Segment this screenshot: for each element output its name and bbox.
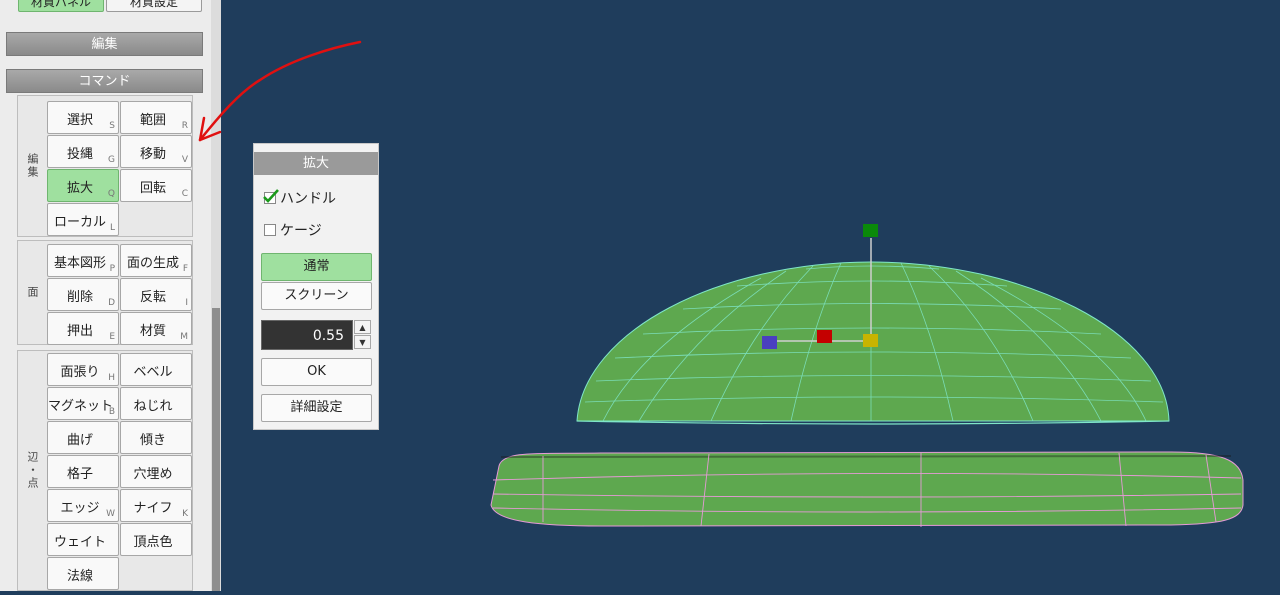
fill-hole-label: 穴埋め <box>133 467 173 482</box>
vertex-color-button[interactable]: 頂点色 <box>120 523 192 556</box>
lattice-label: 格子 <box>66 467 93 482</box>
extrude-button[interactable]: 押出 E <box>47 312 119 345</box>
magnet-shortcut: B <box>108 407 115 417</box>
twist-button[interactable]: ねじれ <box>120 387 192 420</box>
edge-shortcut: W <box>106 509 115 519</box>
magnet-label: マグネット <box>48 399 114 414</box>
face-group-label: 面 <box>26 286 39 299</box>
extrude-shortcut: E <box>109 332 115 342</box>
normal-button[interactable]: 法線 <box>47 557 119 590</box>
create-face-shortcut: F <box>182 264 188 274</box>
local-shortcut: L <box>109 223 115 233</box>
primitive-button[interactable]: 基本図形 P <box>47 244 119 277</box>
primitive-label: 基本図形 <box>53 256 106 271</box>
fill-face-button[interactable]: 面張り H <box>47 353 119 386</box>
annotation-arrow <box>198 40 362 142</box>
lasso-button[interactable]: 投縄 G <box>47 135 119 168</box>
material-button[interactable]: 材質 M <box>120 312 192 345</box>
fill-hole-button[interactable]: 穴埋め <box>120 455 192 488</box>
edit-section-header[interactable]: 編集 <box>6 32 203 56</box>
delete-button[interactable]: 削除 D <box>47 278 119 311</box>
select-label: 選択 <box>66 113 93 128</box>
fill-face-shortcut: H <box>108 373 115 383</box>
scale-value-input[interactable]: 0.55 <box>261 320 353 350</box>
invert-button[interactable]: 反転 I <box>120 278 192 311</box>
move-label: 移動 <box>139 147 166 162</box>
vertex-color-label: 頂点色 <box>133 535 173 550</box>
panel-scrollbar-thumb[interactable] <box>212 308 220 591</box>
normal-label: 法線 <box>66 569 93 584</box>
handle-checkbox-box[interactable] <box>263 189 279 204</box>
handle-checkbox[interactable]: ハンドル <box>263 189 336 207</box>
tilt-button[interactable]: 傾き <box>120 421 192 454</box>
bend-button[interactable]: 曲げ <box>47 421 119 454</box>
create-face-label: 面の生成 <box>126 256 179 271</box>
center-handle[interactable] <box>817 330 832 343</box>
rotate-shortcut: C <box>181 189 188 199</box>
cage-checkbox-box[interactable] <box>264 224 276 236</box>
local-button[interactable]: ローカル L <box>47 203 119 236</box>
spin-down-button[interactable]: ▼ <box>354 335 371 349</box>
lasso-label: 投縄 <box>66 147 93 162</box>
knife-shortcut: K <box>182 509 188 519</box>
scale-dialog: 拡大 ハンドル ケージ 通常 スクリーン 0.55 ▲ ▼ OK 詳細設定 <box>253 143 379 430</box>
scale-shortcut: Q <box>107 189 115 199</box>
weight-label: ウェイト <box>53 535 106 550</box>
bevel-button[interactable]: ベベル <box>120 353 192 386</box>
lasso-shortcut: G <box>108 155 115 165</box>
extrude-label: 押出 <box>66 324 93 339</box>
cage-checkbox-label: ケージ <box>280 223 322 239</box>
local-label: ローカル <box>53 215 106 230</box>
weight-button[interactable]: ウェイト <box>47 523 119 556</box>
select-button[interactable]: 選択 S <box>47 101 119 134</box>
x-axis-handle[interactable] <box>762 336 777 349</box>
invert-shortcut: I <box>185 298 188 308</box>
ok-button[interactable]: OK <box>261 358 372 386</box>
check-icon <box>263 189 279 203</box>
invert-label: 反転 <box>139 290 166 305</box>
edit-group-label: 編集 <box>26 153 39 179</box>
detail-settings-button[interactable]: 詳細設定 <box>261 394 372 422</box>
handle-checkbox-label: ハンドル <box>280 191 336 207</box>
material-shortcut: M <box>180 332 188 342</box>
scale-label: 拡大 <box>66 181 93 196</box>
screen-mode-button[interactable]: スクリーン <box>261 282 372 310</box>
material-panel-tab[interactable]: 材質パネル <box>18 0 104 12</box>
material-settings-tab[interactable]: 材質設定 <box>106 0 202 12</box>
normal-mode-button[interactable]: 通常 <box>261 253 372 281</box>
edge-button[interactable]: エッジ W <box>47 489 119 522</box>
select-shortcut: S <box>109 121 115 131</box>
range-label: 範囲 <box>139 113 166 128</box>
scale-button[interactable]: 拡大 Q <box>47 169 119 202</box>
z-axis-handle[interactable] <box>863 334 878 347</box>
lattice-button[interactable]: 格子 <box>47 455 119 488</box>
spin-up-button[interactable]: ▲ <box>354 320 371 334</box>
rotate-label: 回転 <box>139 181 166 196</box>
cage-checkbox[interactable]: ケージ <box>264 221 322 239</box>
edge-vertex-group-label: 辺・点 <box>26 451 39 490</box>
material-label: 材質 <box>139 324 166 339</box>
delete-label: 削除 <box>66 290 93 305</box>
twist-label: ねじれ <box>133 399 173 414</box>
fill-face-label: 面張り <box>60 365 100 380</box>
command-section-header[interactable]: コマンド <box>6 69 203 93</box>
edge-label: エッジ <box>60 501 100 516</box>
knife-button[interactable]: ナイフ K <box>120 489 192 522</box>
magnet-button[interactable]: マグネット B <box>47 387 119 420</box>
rotate-button[interactable]: 回転 C <box>120 169 192 202</box>
knife-label: ナイフ <box>133 501 173 516</box>
bevel-label: ベベル <box>133 365 173 380</box>
y-axis-handle[interactable] <box>863 224 878 237</box>
delete-shortcut: D <box>108 298 115 308</box>
tilt-label: 傾き <box>139 433 166 448</box>
bend-label: 曲げ <box>66 433 93 448</box>
primitive-shortcut: P <box>109 264 115 274</box>
create-face-button[interactable]: 面の生成 F <box>120 244 192 277</box>
dialog-title: 拡大 <box>254 152 378 175</box>
disc-mesh[interactable] <box>490 451 1244 527</box>
